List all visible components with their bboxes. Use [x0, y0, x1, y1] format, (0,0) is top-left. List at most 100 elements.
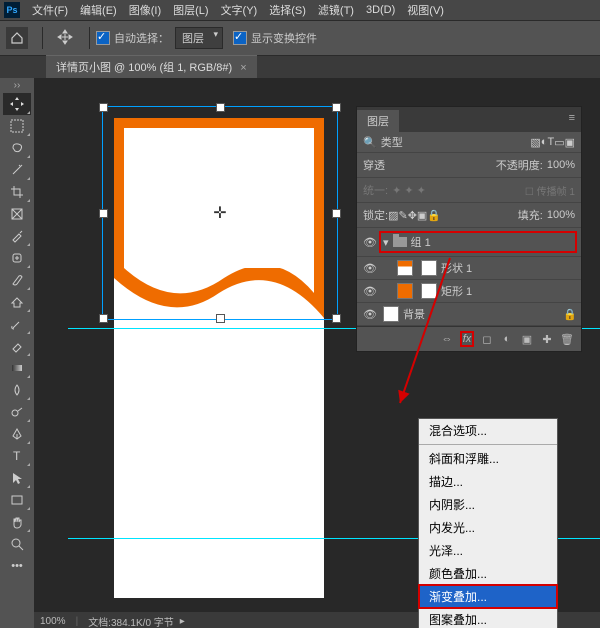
fx-bevel[interactable]: 斜面和浮雕... [419, 447, 557, 470]
brush-tool[interactable] [3, 269, 31, 291]
visibility-toggle[interactable]: 👁 [361, 236, 379, 249]
home-button[interactable] [6, 27, 28, 49]
adjustment-button[interactable]: ◐ [497, 331, 517, 347]
clone-stamp-tool[interactable] [3, 291, 31, 313]
transform-center-icon: ✛ [213, 203, 226, 223]
menu-layer[interactable]: 图层(L) [167, 2, 214, 18]
menu-3d[interactable]: 3D(D) [360, 4, 401, 16]
move-tool[interactable] [3, 93, 31, 115]
show-transform-checkbox[interactable] [233, 31, 247, 45]
type-tool[interactable]: T [3, 445, 31, 467]
hand-tool[interactable] [3, 511, 31, 533]
blend-mode-dropdown[interactable]: 穿透 [363, 157, 423, 173]
visibility-toggle[interactable]: 👁 [361, 262, 379, 275]
filter-adjust-icon[interactable]: ◐ [541, 136, 548, 148]
auto-select-label: 自动选择： [114, 30, 169, 46]
eyedropper-tool[interactable] [3, 225, 31, 247]
history-brush-tool[interactable] [3, 313, 31, 335]
lasso-tool[interactable] [3, 137, 31, 159]
layer-row[interactable]: 👁 形状 1 [357, 257, 581, 280]
fx-inner-shadow[interactable]: 内阴影... [419, 493, 557, 516]
menu-image[interactable]: 图像(I) [123, 2, 167, 18]
transform-handle[interactable] [332, 209, 341, 218]
layer-name[interactable]: 形状 1 [441, 260, 577, 276]
filter-smart-icon[interactable]: ▣ [565, 136, 575, 149]
crop-tool[interactable] [3, 181, 31, 203]
menu-view[interactable]: 视图(V) [401, 2, 450, 18]
fx-pattern-overlay[interactable]: 图案叠加... [419, 608, 557, 628]
transform-handle[interactable] [216, 103, 225, 112]
visibility-toggle[interactable]: 👁 [361, 308, 379, 321]
fx-inner-glow[interactable]: 内发光... [419, 516, 557, 539]
gradient-tool[interactable] [3, 357, 31, 379]
zoom-level[interactable]: 100% [40, 616, 66, 627]
close-tab-icon[interactable]: × [240, 62, 246, 74]
pen-tool[interactable] [3, 423, 31, 445]
delete-layer-button[interactable]: 🗑 [557, 331, 577, 347]
transform-handle[interactable] [99, 103, 108, 112]
zoom-tool[interactable] [3, 533, 31, 555]
fx-color-overlay[interactable]: 颜色叠加... [419, 562, 557, 585]
document-tab-bar: 详情页小图 @ 100% (组 1, RGB/8#)× [0, 56, 600, 78]
filter-pixel-icon[interactable]: ▧ [530, 136, 540, 149]
toolbar-grip[interactable]: ›› [14, 78, 21, 93]
path-selection-tool[interactable] [3, 467, 31, 489]
blur-tool[interactable] [3, 379, 31, 401]
layer-name[interactable]: 背景 [403, 306, 563, 322]
frame-tool[interactable] [3, 203, 31, 225]
menu-edit[interactable]: 编辑(E) [74, 2, 123, 18]
lock-transparent-icon[interactable]: ▨ [388, 209, 398, 222]
layer-row[interactable]: 👁 矩形 1 [357, 280, 581, 303]
menu-file[interactable]: 文件(F) [26, 2, 74, 18]
lock-pixels-icon[interactable]: ✎ [398, 209, 407, 222]
document-info[interactable]: 文档:384.1K/0 字节 [88, 614, 174, 628]
filter-kind-dropdown[interactable]: 类型 [381, 134, 403, 150]
svg-text:T: T [13, 449, 21, 463]
mask-button[interactable]: ◻ [477, 331, 497, 347]
layer-style-menu: 混合选项... 斜面和浮雕... 描边... 内阴影... 内发光... 光泽.… [418, 418, 558, 628]
document-tab[interactable]: 详情页小图 @ 100% (组 1, RGB/8#)× [46, 55, 257, 78]
layers-tab[interactable]: 图层 [357, 110, 399, 132]
layer-name[interactable]: 组 1 [411, 234, 573, 250]
visibility-toggle[interactable]: 👁 [361, 285, 379, 298]
layer-name[interactable]: 矩形 1 [441, 283, 577, 299]
transform-handle[interactable] [99, 209, 108, 218]
menu-select[interactable]: 选择(S) [263, 2, 312, 18]
menu-type[interactable]: 文字(Y) [215, 2, 264, 18]
layers-panel: 图层 ≡ 🔍 类型 ▧ ◐ T ▭ ▣ 穿透 不透明度: 100% 统一: ✦ … [356, 106, 582, 352]
transform-handle[interactable] [216, 314, 225, 323]
eraser-tool[interactable] [3, 335, 31, 357]
new-layer-button[interactable]: ✚ [537, 331, 557, 347]
opacity-value[interactable]: 100% [547, 159, 575, 171]
marquee-tool[interactable] [3, 115, 31, 137]
fill-value[interactable]: 100% [547, 209, 575, 221]
edit-toolbar-button[interactable]: ••• [3, 555, 31, 577]
panel-menu-icon[interactable]: ≡ [563, 110, 581, 132]
filter-shape-icon[interactable]: ▭ [554, 136, 564, 149]
transform-bounding-box[interactable]: ✛ [102, 106, 338, 320]
auto-select-checkbox[interactable] [96, 31, 110, 45]
transform-handle[interactable] [332, 103, 341, 112]
layer-filter-row: 🔍 类型 ▧ ◐ T ▭ ▣ [357, 132, 581, 153]
transform-handle[interactable] [332, 314, 341, 323]
layer-row-background[interactable]: 👁 背景 🔒 [357, 303, 581, 326]
filter-type-icon[interactable]: T [547, 136, 554, 148]
healing-brush-tool[interactable] [3, 247, 31, 269]
transform-handle[interactable] [99, 314, 108, 323]
layer-row-group[interactable]: 👁 ▾组 1 [357, 228, 581, 257]
fx-satin[interactable]: 光泽... [419, 539, 557, 562]
rectangle-tool[interactable] [3, 489, 31, 511]
lock-artboard-icon[interactable]: ▣ [417, 209, 427, 222]
fx-blend-options[interactable]: 混合选项... [419, 419, 557, 442]
fx-gradient-overlay[interactable]: 渐变叠加... [419, 585, 557, 608]
lock-all-icon[interactable]: 🔒 [427, 209, 441, 222]
dodge-tool[interactable] [3, 401, 31, 423]
auto-select-target-dropdown[interactable]: 图层 [175, 27, 223, 49]
magic-wand-tool[interactable] [3, 159, 31, 181]
menu-filter[interactable]: 滤镜(T) [312, 2, 360, 18]
new-group-button[interactable]: ▣ [517, 331, 537, 347]
lock-position-icon[interactable]: ✥ [408, 209, 417, 222]
link-layers-button[interactable]: ⇔ [437, 331, 457, 347]
fx-button[interactable]: fx [457, 331, 477, 347]
fx-stroke[interactable]: 描边... [419, 470, 557, 493]
